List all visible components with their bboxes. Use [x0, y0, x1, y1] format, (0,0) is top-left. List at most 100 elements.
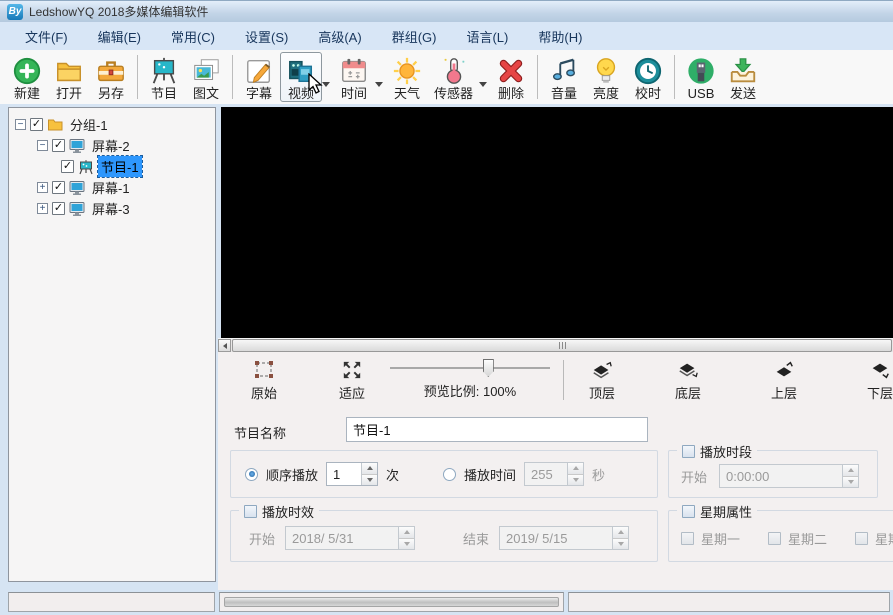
play-validity-checkbox[interactable]: [244, 505, 257, 518]
sensor-button[interactable]: 传感器: [428, 52, 479, 102]
spinner-arrows-icon: [567, 463, 583, 485]
folder-icon: [47, 117, 63, 133]
lower-layer-label: 下层: [867, 386, 893, 401]
subtitle-button[interactable]: 字幕: [238, 52, 280, 102]
monday-checkbox: [681, 532, 694, 545]
menu-bar: 文件(F) 编辑(E) 常用(C) 设置(S) 高级(A) 群组(G) 语言(L…: [0, 22, 893, 50]
image-text-label: 图文: [193, 86, 219, 101]
menu-help[interactable]: 帮助(H): [523, 22, 597, 51]
image-text-button[interactable]: 图文: [185, 52, 227, 102]
checkbox-checked-icon[interactable]: ✓: [52, 202, 65, 215]
brightness-bulb-icon: [591, 56, 621, 86]
volume-button[interactable]: 音量: [543, 52, 585, 102]
play-mode-group: 顺序播放 次 播放时间 秒: [230, 450, 658, 498]
send-button[interactable]: 发送: [722, 52, 764, 102]
menu-common[interactable]: 常用(C): [156, 22, 230, 51]
checkbox-checked-icon[interactable]: ✓: [52, 139, 65, 152]
sensor-dropdown-icon[interactable]: [479, 82, 487, 87]
collapse-icon[interactable]: −: [37, 140, 48, 151]
tree-node-program1[interactable]: ✓ 节目-1: [11, 156, 213, 177]
scrollbar-thumb[interactable]: [232, 339, 892, 352]
play-duration-radio[interactable]: [443, 468, 456, 481]
lower-layer-button[interactable]: 下层: [850, 359, 893, 402]
delete-button[interactable]: 删除: [490, 52, 532, 102]
original-size-button[interactable]: 原始: [234, 359, 294, 402]
zoom-slider-thumb[interactable]: [483, 359, 494, 377]
open-label: 打开: [56, 86, 82, 101]
expand-icon[interactable]: +: [37, 203, 48, 214]
controls-divider: [563, 360, 564, 400]
expand-icon[interactable]: +: [37, 182, 48, 193]
checkbox-checked-icon[interactable]: ✓: [52, 181, 65, 194]
menu-file[interactable]: 文件(F): [10, 22, 83, 51]
play-count-spinner[interactable]: [326, 462, 378, 486]
preview-controls-row: 原始 适应 预览比例: 100% 顶层 底层: [218, 352, 893, 408]
tree-label-program1-selected[interactable]: 节目-1: [98, 156, 142, 177]
sequential-play-label: 顺序播放: [266, 465, 318, 484]
brightness-button[interactable]: 亮度: [585, 52, 627, 102]
weather-button[interactable]: 天气: [386, 52, 428, 102]
preview-h-scrollbar[interactable]: [218, 338, 893, 352]
spinner-arrows-icon: [842, 465, 858, 487]
spinner-arrows-icon[interactable]: [361, 463, 377, 485]
usb-button[interactable]: USB: [680, 52, 722, 102]
tree-label-screen3[interactable]: 屏幕-3: [89, 198, 133, 219]
zoom-slider-block: 预览比例: 100%: [390, 358, 550, 400]
bottom-layer-button[interactable]: 底层: [658, 359, 718, 402]
save-as-label: 另存: [98, 86, 124, 101]
screen-icon: [69, 138, 85, 154]
time-sync-button[interactable]: 校时: [627, 52, 669, 102]
play-count-value[interactable]: [327, 463, 361, 485]
tree-label-screen2[interactable]: 屏幕-2: [89, 135, 133, 156]
program-name-label: 节目名称: [234, 423, 286, 442]
fit-button[interactable]: 适应: [322, 359, 382, 402]
tree-node-screen2[interactable]: − ✓ 屏幕-2: [11, 135, 213, 156]
menu-group[interactable]: 群组(G): [377, 22, 452, 51]
tree-node-group1[interactable]: − ✓ 分组-1: [11, 114, 213, 135]
new-button[interactable]: 新建: [6, 52, 48, 102]
collapse-icon[interactable]: −: [15, 119, 26, 130]
program-easel-icon: [149, 56, 179, 86]
menu-edit[interactable]: 编辑(E): [83, 22, 156, 51]
open-folder-icon: [54, 56, 84, 86]
sensor-thermometer-icon: [439, 56, 469, 86]
menu-language[interactable]: 语言(L): [451, 22, 523, 51]
checkbox-checked-icon[interactable]: ✓: [30, 118, 43, 131]
zoom-slider[interactable]: [390, 358, 550, 378]
weather-label: 天气: [394, 86, 420, 101]
seconds-unit-label: 秒: [592, 465, 605, 484]
screen-tree-panel: − ✓ 分组-1 − ✓ 屏幕-2 ✓ 节目-1 + ✓: [8, 107, 216, 582]
menu-settings[interactable]: 设置(S): [230, 22, 303, 51]
scroll-left-arrow-icon[interactable]: [218, 339, 231, 352]
program-label: 节目: [151, 86, 177, 101]
toolbar-separator: [537, 55, 538, 99]
tree-label-group1[interactable]: 分组-1: [67, 114, 111, 135]
play-period-checkbox[interactable]: [682, 445, 695, 458]
preview-canvas[interactable]: [221, 107, 893, 338]
open-button[interactable]: 打开: [48, 52, 90, 102]
play-duration-value: [525, 463, 567, 485]
save-as-briefcase-icon: [96, 56, 126, 86]
upper-layer-button[interactable]: 上层: [754, 359, 814, 402]
period-start-time-value: [720, 465, 842, 487]
program-button[interactable]: 节目: [143, 52, 185, 102]
time-button[interactable]: 时间: [333, 52, 375, 102]
zoom-ratio-label: 预览比例: 100%: [390, 381, 550, 400]
upper-layer-icon: [754, 359, 814, 380]
tree-node-screen3[interactable]: + ✓ 屏幕-3: [11, 198, 213, 219]
menu-advanced[interactable]: 高级(A): [303, 22, 376, 51]
tree-node-screen1[interactable]: + ✓ 屏幕-1: [11, 177, 213, 198]
save-as-button[interactable]: 另存: [90, 52, 132, 102]
tree-label-screen1[interactable]: 屏幕-1: [89, 177, 133, 198]
tuesday-checkbox: [768, 532, 781, 545]
video-button[interactable]: 视频: [280, 52, 322, 102]
program-name-input[interactable]: [346, 417, 648, 442]
week-attributes-checkbox[interactable]: [682, 505, 695, 518]
checkbox-checked-icon[interactable]: ✓: [61, 160, 74, 173]
sequential-play-radio[interactable]: [245, 468, 258, 481]
time-dropdown-icon[interactable]: [375, 82, 383, 87]
bottom-layer-label: 底层: [675, 386, 701, 401]
top-layer-button[interactable]: 顶层: [572, 359, 632, 402]
volume-notes-icon: [549, 56, 579, 86]
play-validity-label: 播放时效: [262, 502, 314, 521]
